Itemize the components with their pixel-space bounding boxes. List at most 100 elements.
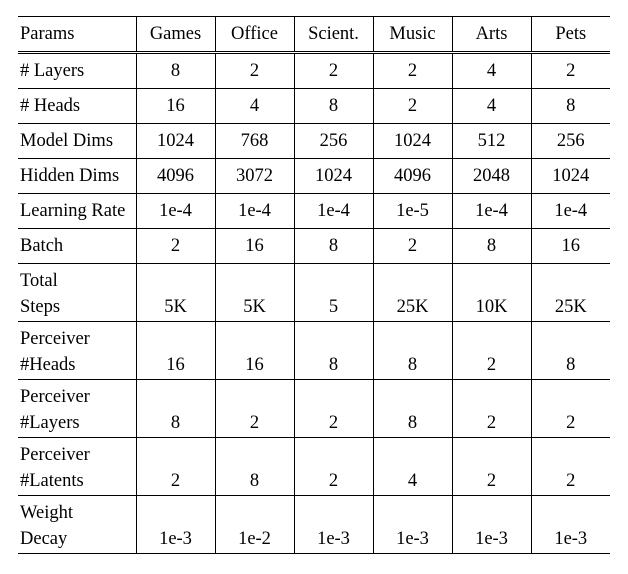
table-row: Total xyxy=(18,264,610,295)
cell-spacer xyxy=(294,380,373,411)
cell-spacer xyxy=(452,438,531,469)
cell: 5K xyxy=(136,294,215,322)
cell: 8 xyxy=(136,53,215,89)
cell: 8 xyxy=(294,352,373,380)
cell: 1e-4 xyxy=(215,194,294,229)
row-label: Perceiver xyxy=(18,438,136,469)
cell: 2 xyxy=(531,410,610,438)
row-label: Batch xyxy=(18,229,136,264)
cell: 16 xyxy=(215,352,294,380)
cell: 8 xyxy=(294,89,373,124)
cell: 1e-3 xyxy=(452,526,531,554)
table-row: #Heads16168828 xyxy=(18,352,610,380)
cell-spacer xyxy=(373,496,452,527)
cell-spacer xyxy=(136,438,215,469)
cell: 4096 xyxy=(136,159,215,194)
row-label: Perceiver xyxy=(18,380,136,411)
cell: 3072 xyxy=(215,159,294,194)
cell: 1e-3 xyxy=(531,526,610,554)
table-row: #Layers822822 xyxy=(18,410,610,438)
cell: 2 xyxy=(373,229,452,264)
cell: 1024 xyxy=(373,124,452,159)
cell: 8 xyxy=(373,352,452,380)
col-header-pets: Pets xyxy=(531,17,610,53)
col-header-params: Params xyxy=(18,17,136,53)
cell: 4 xyxy=(373,468,452,496)
cell-spacer xyxy=(531,438,610,469)
cell: 256 xyxy=(531,124,610,159)
cell: 2 xyxy=(452,410,531,438)
cell: 4096 xyxy=(373,159,452,194)
cell: 1e-3 xyxy=(373,526,452,554)
table-row: Perceiver xyxy=(18,380,610,411)
hyperparameters-table: Params Games Office Scient. Music Arts P… xyxy=(18,16,610,554)
row-label: #Latents xyxy=(18,468,136,496)
table-row: Learning Rate1e-41e-41e-41e-51e-41e-4 xyxy=(18,194,610,229)
cell: 4 xyxy=(215,89,294,124)
cell: 16 xyxy=(215,229,294,264)
row-label: Weight xyxy=(18,496,136,527)
cell: 512 xyxy=(452,124,531,159)
cell: 8 xyxy=(531,352,610,380)
table-row: #Latents282422 xyxy=(18,468,610,496)
col-header-music: Music xyxy=(373,17,452,53)
cell: 8 xyxy=(452,229,531,264)
cell: 256 xyxy=(294,124,373,159)
col-header-arts: Arts xyxy=(452,17,531,53)
cell: 1024 xyxy=(531,159,610,194)
cell-spacer xyxy=(294,322,373,353)
cell: 1e-4 xyxy=(452,194,531,229)
cell: 8 xyxy=(373,410,452,438)
table-header-row: Params Games Office Scient. Music Arts P… xyxy=(18,17,610,53)
table-row: # Heads1648248 xyxy=(18,89,610,124)
cell: 4 xyxy=(452,89,531,124)
cell-spacer xyxy=(452,380,531,411)
cell-spacer xyxy=(373,380,452,411)
cell: 2 xyxy=(294,410,373,438)
cell: 2 xyxy=(531,53,610,89)
table-row: Model Dims10247682561024512256 xyxy=(18,124,610,159)
cell-spacer xyxy=(531,264,610,295)
cell-spacer xyxy=(215,380,294,411)
cell: 2 xyxy=(294,53,373,89)
cell: 16 xyxy=(136,352,215,380)
cell: 1e-5 xyxy=(373,194,452,229)
cell-spacer xyxy=(136,380,215,411)
row-label: Decay xyxy=(18,526,136,554)
cell: 2 xyxy=(531,468,610,496)
cell: 8 xyxy=(215,468,294,496)
cell: 5 xyxy=(294,294,373,322)
cell-spacer xyxy=(531,322,610,353)
cell: 25K xyxy=(373,294,452,322)
row-label: Perceiver xyxy=(18,322,136,353)
cell: 1e-4 xyxy=(294,194,373,229)
cell-spacer xyxy=(294,438,373,469)
cell-spacer xyxy=(215,322,294,353)
table-row: # Layers822242 xyxy=(18,53,610,89)
row-label: Model Dims xyxy=(18,124,136,159)
table-row: Perceiver xyxy=(18,438,610,469)
cell-spacer xyxy=(373,264,452,295)
table-row: Batch21682816 xyxy=(18,229,610,264)
table-row: Weight xyxy=(18,496,610,527)
row-label: Steps xyxy=(18,294,136,322)
cell: 1e-4 xyxy=(136,194,215,229)
cell: 2 xyxy=(294,468,373,496)
cell: 1e-3 xyxy=(294,526,373,554)
cell-spacer xyxy=(215,264,294,295)
cell: 25K xyxy=(531,294,610,322)
cell-spacer xyxy=(136,322,215,353)
row-label: Hidden Dims xyxy=(18,159,136,194)
cell: 2 xyxy=(215,53,294,89)
cell: 2 xyxy=(215,410,294,438)
cell-spacer xyxy=(452,496,531,527)
cell: 2 xyxy=(373,53,452,89)
cell: 4 xyxy=(452,53,531,89)
cell: 768 xyxy=(215,124,294,159)
cell: 5K xyxy=(215,294,294,322)
cell-spacer xyxy=(373,438,452,469)
cell-spacer xyxy=(136,264,215,295)
row-label: Total xyxy=(18,264,136,295)
cell-spacer xyxy=(215,438,294,469)
cell: 16 xyxy=(531,229,610,264)
